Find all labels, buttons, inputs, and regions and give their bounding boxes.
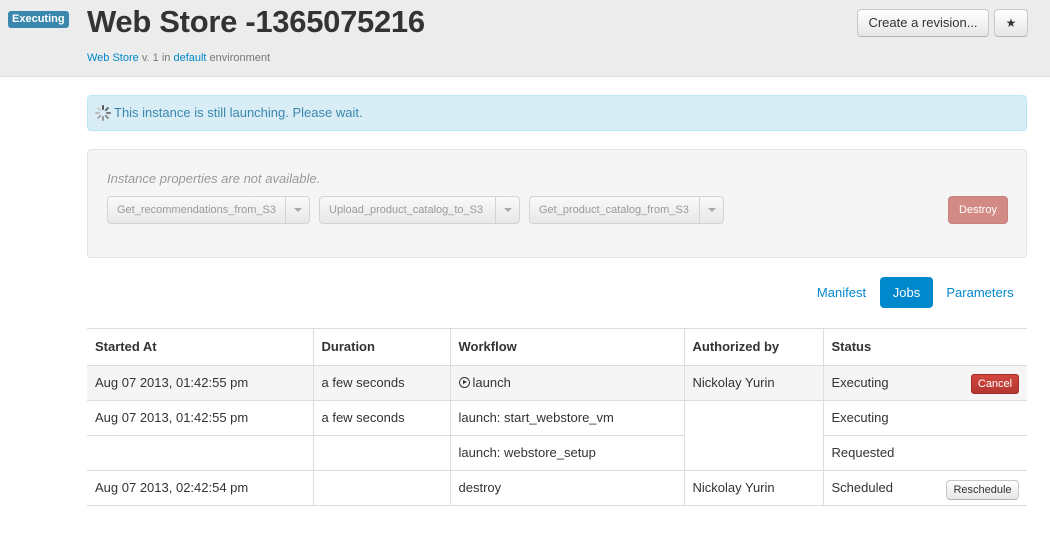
- authorized-by-cell: Nickolay Yurin: [683, 365, 823, 401]
- tab-manifest[interactable]: Manifest: [809, 277, 874, 308]
- table-header-row: Started At Duration Workflow Authorized …: [87, 328, 1027, 366]
- status-cell: Requested: [822, 435, 1027, 471]
- duration-cell: a few seconds: [312, 365, 450, 401]
- instance-subtitle: Web Store v. 1 in default environment: [87, 52, 270, 64]
- workflow-cell: destroy: [449, 470, 684, 506]
- table-row: launch: webstore_setup Requested: [87, 435, 1027, 471]
- page-title: Web Store -1365075216: [87, 4, 425, 39]
- tab-jobs[interactable]: Jobs: [880, 277, 933, 308]
- status-text: Scheduled: [831, 480, 893, 495]
- authorized-by-cell: Nickolay Yurin: [683, 470, 823, 506]
- reschedule-button[interactable]: Reschedule: [946, 480, 1019, 500]
- authorized-by-cell: [683, 400, 823, 471]
- workflow-cell: launch: [449, 365, 684, 401]
- version-text: v. 1: [141, 52, 159, 64]
- action-dropdown-toggle[interactable]: [699, 197, 723, 223]
- started-at-cell: Aug 07 2013, 02:42:54 pm: [87, 470, 313, 506]
- action-get-catalog-button[interactable]: Get_product_catalog_from_S3: [529, 196, 724, 224]
- started-at-cell: Aug 07 2013, 01:42:55 pm: [87, 365, 313, 401]
- action-label: Upload_product_catalog_to_S3: [329, 204, 484, 216]
- status-cell: Executing: [822, 400, 1027, 436]
- caret-down-icon: [504, 208, 512, 212]
- launching-alert: This instance is still launching. Please…: [87, 95, 1027, 131]
- action-dropdown-toggle[interactable]: [495, 197, 519, 223]
- in-text: in: [161, 52, 171, 64]
- caret-down-icon: [708, 208, 716, 212]
- environment-text: environment: [209, 52, 271, 64]
- status-cell: Executing Cancel: [822, 365, 1027, 401]
- duration-cell: [312, 470, 450, 506]
- started-at-cell: Aug 07 2013, 01:42:55 pm: [87, 400, 313, 436]
- column-header-started-at[interactable]: Started At: [87, 328, 313, 366]
- play-circle-icon: [458, 377, 470, 388]
- cancel-button[interactable]: Cancel: [971, 374, 1019, 394]
- destroy-button[interactable]: Destroy: [948, 196, 1008, 224]
- workflow-cell: launch: webstore_setup: [449, 435, 684, 471]
- environment-link[interactable]: default: [173, 52, 206, 64]
- instance-properties-panel: Instance properties are not available. G…: [87, 149, 1027, 258]
- action-get-recommendations-button[interactable]: Get_recommendations_from_S3: [107, 196, 310, 224]
- alert-text: This instance is still launching. Please…: [114, 105, 363, 120]
- action-label: Get_product_catalog_from_S3: [539, 204, 689, 216]
- tab-parameters[interactable]: Parameters: [940, 277, 1020, 308]
- workflow-cell: launch: start_webstore_vm: [449, 400, 684, 436]
- favorite-button[interactable]: ★: [994, 9, 1028, 37]
- action-dropdown-toggle[interactable]: [285, 197, 309, 223]
- duration-cell: a few seconds: [312, 400, 450, 436]
- status-badge: Executing: [8, 11, 69, 28]
- create-revision-button[interactable]: Create a revision...: [857, 9, 989, 37]
- duration-cell: [312, 435, 450, 471]
- status-text: Executing: [831, 375, 889, 390]
- started-at-cell: [87, 435, 313, 471]
- action-label: Get_recommendations_from_S3: [117, 204, 276, 216]
- jobs-table: Started At Duration Workflow Authorized …: [87, 328, 1027, 506]
- column-header-duration[interactable]: Duration: [312, 328, 450, 366]
- column-header-workflow[interactable]: Workflow: [449, 328, 684, 366]
- star-icon: ★: [1005, 16, 1017, 30]
- table-row: Aug 07 2013, 02:42:54 pm destroy Nickola…: [87, 470, 1027, 506]
- action-upload-catalog-button[interactable]: Upload_product_catalog_to_S3: [319, 196, 520, 224]
- page-header: Executing Web Store -1365075216 Web Stor…: [0, 0, 1050, 77]
- workflow-name: launch: [472, 375, 511, 390]
- spinner-icon: [95, 105, 111, 121]
- status-cell: Scheduled Reschedule: [822, 470, 1027, 506]
- column-header-authorized-by[interactable]: Authorized by: [683, 328, 823, 366]
- caret-down-icon: [294, 208, 302, 212]
- table-row: Aug 07 2013, 01:42:55 pm a few seconds l…: [87, 365, 1027, 401]
- column-header-status[interactable]: Status: [822, 328, 1027, 366]
- properties-note: Instance properties are not available.: [107, 171, 321, 186]
- table-row: Aug 07 2013, 01:42:55 pm a few seconds l…: [87, 400, 1027, 471]
- application-link[interactable]: Web Store: [87, 52, 139, 64]
